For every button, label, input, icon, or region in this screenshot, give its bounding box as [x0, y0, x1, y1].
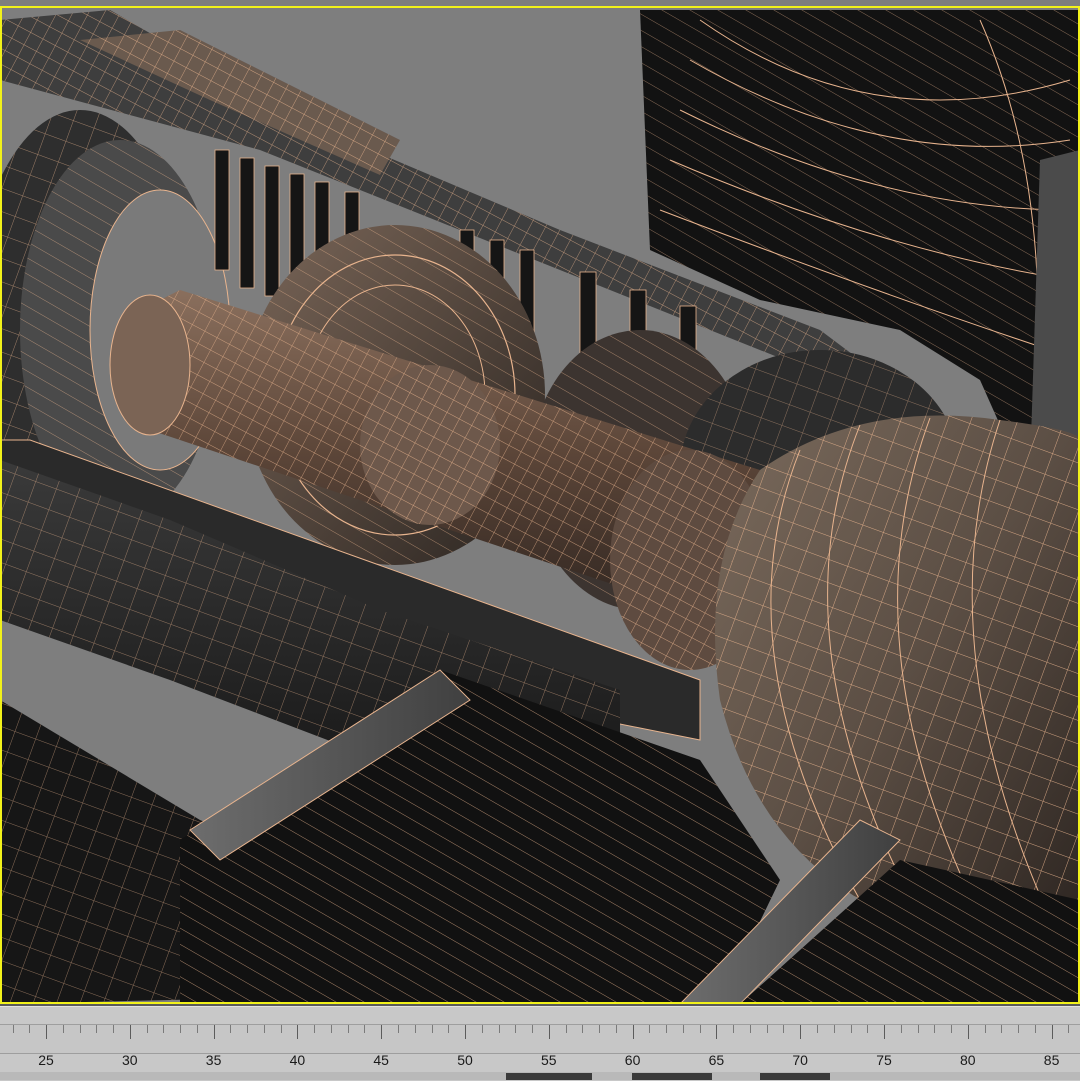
- ruler-minor-tick: [1001, 1025, 1003, 1033]
- ruler-minor-tick: [1034, 1025, 1036, 1033]
- ruler-tick-label: 60: [624, 1052, 641, 1068]
- ruler-minor-tick: [414, 1025, 416, 1033]
- ruler-minor-tick: [1068, 1025, 1070, 1033]
- ruler-minor-tick: [498, 1025, 500, 1033]
- ruler-minor-tick: [347, 1025, 349, 1033]
- ruler-tick-label: 45: [373, 1052, 389, 1068]
- ruler-minor-tick: [113, 1025, 114, 1033]
- time-slider-key-segment: [632, 1073, 712, 1080]
- ruler-minor-tick: [833, 1025, 835, 1033]
- time-slider-key-segment: [760, 1073, 830, 1080]
- ruler-minor-tick: [733, 1025, 735, 1033]
- ruler-minor-tick: [749, 1025, 751, 1033]
- ruler-tick-label: 50: [457, 1052, 473, 1068]
- ruler-minor-tick: [79, 1025, 81, 1033]
- ruler-minor-tick: [180, 1025, 182, 1033]
- ruler-minor-tick: [448, 1025, 450, 1033]
- ruler-minor-tick: [817, 1025, 818, 1033]
- jet-engine-wireframe-model: [0, 0, 1080, 1004]
- ruler-tick-label: 65: [708, 1052, 725, 1068]
- ruler-minor-tick: [398, 1025, 399, 1033]
- ruler-major-tick: [46, 1025, 47, 1039]
- ruler-minor-tick: [867, 1025, 869, 1033]
- ruler-minor-tick: [532, 1025, 533, 1033]
- ruler-minor-tick: [330, 1025, 332, 1033]
- ruler-tick-label: 80: [960, 1052, 976, 1068]
- ruler-major-tick: [465, 1025, 466, 1039]
- ruler-tick-label: 70: [792, 1052, 808, 1068]
- ruler-minor-tick: [146, 1025, 148, 1033]
- ruler-minor-tick: [96, 1025, 98, 1033]
- time-ruler[interactable]: [0, 1024, 1080, 1054]
- ruler-major-tick: [1051, 1025, 1053, 1039]
- ruler-major-tick: [381, 1025, 383, 1039]
- ruler-minor-tick: [783, 1025, 785, 1033]
- ruler-minor-tick: [699, 1025, 701, 1033]
- ruler-major-tick: [297, 1025, 299, 1039]
- ruler-minor-tick: [163, 1025, 165, 1033]
- perspective-viewport[interactable]: [0, 0, 1080, 1004]
- ruler-tick-label: 55: [541, 1052, 557, 1068]
- ruler-major-tick: [129, 1025, 131, 1039]
- ruler-minor-tick: [263, 1025, 265, 1033]
- ruler-major-tick: [884, 1025, 885, 1039]
- ruler-tick-label: 85: [1043, 1052, 1060, 1068]
- ruler-minor-tick: [364, 1025, 366, 1033]
- ruler-minor-tick: [649, 1025, 651, 1033]
- ruler-minor-tick: [666, 1025, 668, 1033]
- ruler-minor-tick: [951, 1025, 952, 1033]
- ruler-minor-tick: [247, 1025, 249, 1033]
- ruler-major-tick: [548, 1025, 550, 1039]
- ruler-tick-label: 25: [38, 1052, 54, 1068]
- ruler-minor-tick: [280, 1025, 282, 1033]
- ruler-minor-tick: [481, 1025, 483, 1033]
- ruler-minor-tick: [766, 1025, 768, 1033]
- ruler-major-tick: [967, 1025, 969, 1039]
- time-slider-key-segment: [506, 1073, 592, 1080]
- ruler-tick-label: 75: [876, 1052, 892, 1068]
- ruler-major-tick: [716, 1025, 718, 1039]
- ruler-minor-tick: [615, 1025, 617, 1033]
- ruler-minor-tick: [515, 1025, 517, 1033]
- ruler-minor-tick: [850, 1025, 852, 1033]
- ruler-minor-tick: [934, 1025, 936, 1033]
- ruler-tick-label: 30: [122, 1052, 138, 1068]
- ruler-minor-tick: [12, 1025, 14, 1033]
- ruler-minor-tick: [682, 1025, 684, 1033]
- ruler-minor-tick: [29, 1025, 31, 1033]
- ruler-major-tick: [632, 1025, 634, 1039]
- ruler-minor-tick: [984, 1025, 986, 1033]
- ruler-minor-tick: [565, 1025, 567, 1033]
- ruler-minor-tick: [1018, 1025, 1020, 1033]
- ruler-minor-tick: [314, 1025, 316, 1033]
- ruler-minor-tick: [900, 1025, 902, 1033]
- ruler-minor-tick: [196, 1025, 198, 1033]
- ruler-minor-tick: [431, 1025, 433, 1033]
- ruler-minor-tick: [599, 1025, 601, 1033]
- ruler-minor-tick: [62, 1025, 64, 1033]
- ruler-minor-tick: [582, 1025, 584, 1033]
- ruler-minor-tick: [230, 1025, 232, 1033]
- ruler-minor-tick: [917, 1025, 919, 1033]
- ruler-major-tick: [800, 1025, 802, 1039]
- ruler-tick-label: 40: [289, 1052, 306, 1068]
- ruler-tick-label: 35: [205, 1052, 222, 1068]
- ruler-major-tick: [213, 1025, 215, 1039]
